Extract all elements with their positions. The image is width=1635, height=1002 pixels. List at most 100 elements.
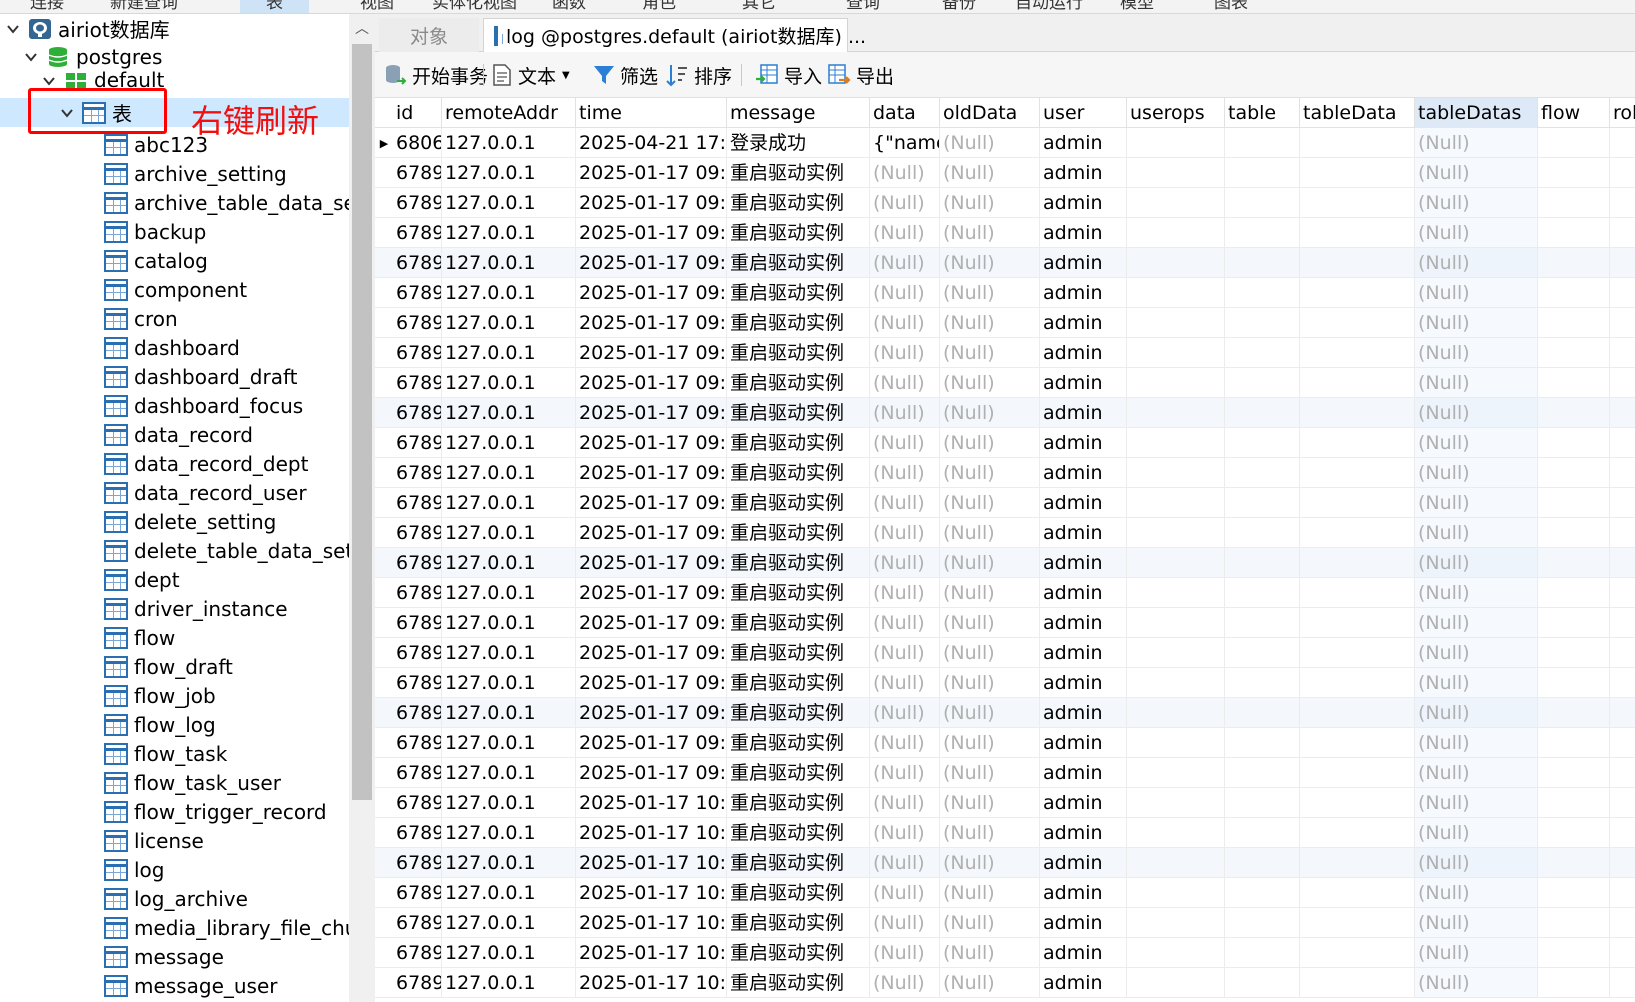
table-cell[interactable]: 2025-01-17 10:0. <box>576 818 727 848</box>
table-cell[interactable] <box>1300 758 1415 788</box>
table-cell[interactable]: admin <box>1040 398 1127 428</box>
table-cell[interactable] <box>1538 698 1610 728</box>
table-cell[interactable] <box>1225 938 1300 968</box>
table-cell[interactable] <box>1225 308 1300 338</box>
table-cell[interactable]: 2025-01-17 09:4 <box>576 758 727 788</box>
table-cell[interactable]: (Null) <box>940 578 1040 608</box>
table-cell[interactable] <box>1300 458 1415 488</box>
table-cell[interactable] <box>1127 188 1225 218</box>
table-cell[interactable] <box>1225 548 1300 578</box>
table-cell[interactable]: admin <box>1040 338 1127 368</box>
table-row[interactable]: 6789 127.0.0.1 2025-01-17 09:3 重启驱动实例 (Null)… <box>375 248 1635 278</box>
table-row[interactable]: 6789 127.0.0.1 2025-01-17 09:4 重启驱动实例 (Null)… <box>375 458 1635 488</box>
table-cell[interactable]: (Null) <box>1415 518 1538 548</box>
table-cell[interactable]: (Null) <box>870 488 940 518</box>
table-cell[interactable]: 127.0.0.1 <box>442 638 576 668</box>
table-cell[interactable]: admin <box>1040 638 1127 668</box>
tree-table-item[interactable]: message_user <box>104 971 278 1000</box>
table-cell[interactable]: (Null) <box>940 548 1040 578</box>
menu-item[interactable]: 视图 <box>360 0 394 13</box>
table-cell[interactable] <box>1225 158 1300 188</box>
table-cell[interactable]: 2025-01-17 09:3 <box>576 248 727 278</box>
table-row[interactable]: 6789 127.0.0.1 2025-01-17 09:3 重启驱动实例 (Null)… <box>375 638 1635 668</box>
table-cell[interactable]: admin <box>1040 818 1127 848</box>
table-cell[interactable] <box>1610 578 1635 608</box>
table-cell[interactable] <box>1300 368 1415 398</box>
table-cell[interactable]: 127.0.0.1 <box>442 548 576 578</box>
table-cell[interactable]: (Null) <box>1415 398 1538 428</box>
table-cell[interactable] <box>1225 458 1300 488</box>
table-cell[interactable]: (Null) <box>940 938 1040 968</box>
tree-table-item[interactable]: message <box>104 942 224 971</box>
table-cell[interactable]: (Null) <box>870 728 940 758</box>
table-cell[interactable]: (Null) <box>940 488 1040 518</box>
table-row[interactable]: 6789 127.0.0.1 2025-01-17 09:3 重启驱动实例 (Null)… <box>375 308 1635 338</box>
tree-table-item[interactable]: data_record_user <box>104 478 307 507</box>
table-cell[interactable] <box>1610 938 1635 968</box>
tree-table-item[interactable]: flow_trigger_record <box>104 797 327 826</box>
menu-item[interactable]: 查询 <box>846 0 880 13</box>
table-cell[interactable] <box>1610 128 1635 158</box>
column-header[interactable]: oldData <box>940 98 1040 128</box>
table-cell[interactable] <box>1538 488 1610 518</box>
table-cell[interactable] <box>1225 218 1300 248</box>
tab-log-table[interactable]: log @postgres.default (airiot数据库) ... <box>483 18 866 52</box>
table-cell[interactable] <box>1610 188 1635 218</box>
table-row[interactable]: 6789 127.0.0.1 2025-01-17 09:4 重启驱动实例 (Null)… <box>375 428 1635 458</box>
table-cell[interactable]: 127.0.0.1 <box>442 128 576 158</box>
table-cell[interactable]: (Null) <box>940 428 1040 458</box>
table-cell[interactable]: (Null) <box>940 968 1040 998</box>
table-cell[interactable]: 6789 <box>393 278 442 308</box>
table-cell[interactable]: admin <box>1040 548 1127 578</box>
menu-item[interactable]: 备份 <box>942 0 976 13</box>
table-cell[interactable]: 6789 <box>393 698 442 728</box>
table-cell[interactable]: (Null) <box>1415 788 1538 818</box>
table-cell[interactable]: 2025-01-17 09:4 <box>576 488 727 518</box>
tree-table-item[interactable]: flow_task <box>104 739 227 768</box>
table-cell[interactable] <box>1538 638 1610 668</box>
table-cell[interactable]: 6789 <box>393 188 442 218</box>
table-cell[interactable]: 6789 <box>393 758 442 788</box>
table-cell[interactable]: (Null) <box>870 188 940 218</box>
table-cell[interactable]: 2025-01-17 09:3. <box>576 158 727 188</box>
tree-table-item[interactable]: dashboard_draft <box>104 362 298 391</box>
table-cell[interactable]: 2025-01-17 10:0 <box>576 788 727 818</box>
table-cell[interactable] <box>1127 158 1225 188</box>
table-cell[interactable] <box>1127 128 1225 158</box>
table-cell[interactable]: 重启驱动实例 <box>727 158 870 188</box>
table-cell[interactable]: 重启驱动实例 <box>727 608 870 638</box>
table-cell[interactable]: admin <box>1040 728 1127 758</box>
table-cell[interactable] <box>1300 308 1415 338</box>
table-cell[interactable] <box>1300 428 1415 458</box>
table-cell[interactable]: admin <box>1040 488 1127 518</box>
table-cell[interactable] <box>1610 368 1635 398</box>
table-cell[interactable]: (Null) <box>940 698 1040 728</box>
tree-table-item[interactable]: data_record <box>104 420 253 449</box>
table-cell[interactable]: 127.0.0.1 <box>442 968 576 998</box>
column-header[interactable]: userops <box>1127 98 1225 128</box>
column-header[interactable]: message <box>727 98 870 128</box>
table-row[interactable]: 6789 127.0.0.1 2025-01-17 10:0 重启驱动实例 (Null)… <box>375 848 1635 878</box>
table-cell[interactable]: 127.0.0.1 <box>442 818 576 848</box>
table-cell[interactable]: (Null) <box>940 788 1040 818</box>
table-cell[interactable]: admin <box>1040 578 1127 608</box>
table-cell[interactable]: 6789 <box>393 548 442 578</box>
table-cell[interactable] <box>1127 488 1225 518</box>
table-cell[interactable] <box>1538 128 1610 158</box>
tree-table-item[interactable]: dashboard_focus <box>104 391 303 420</box>
table-cell[interactable] <box>1300 518 1415 548</box>
table-cell[interactable] <box>1127 908 1225 938</box>
table-cell[interactable]: admin <box>1040 668 1127 698</box>
table-cell[interactable]: 重启驱动实例 <box>727 188 870 218</box>
table-cell[interactable] <box>1538 548 1610 578</box>
table-cell[interactable] <box>1300 878 1415 908</box>
table-cell[interactable]: (Null) <box>940 668 1040 698</box>
table-cell[interactable]: 6789 <box>393 158 442 188</box>
table-cell[interactable]: (Null) <box>1415 368 1538 398</box>
table-cell[interactable] <box>1610 968 1635 998</box>
table-cell[interactable]: 2025-01-17 09:3 <box>576 638 727 668</box>
table-cell[interactable]: (Null) <box>1415 638 1538 668</box>
table-cell[interactable]: 127.0.0.1 <box>442 428 576 458</box>
table-cell[interactable]: 127.0.0.1 <box>442 788 576 818</box>
table-cell[interactable] <box>1610 818 1635 848</box>
